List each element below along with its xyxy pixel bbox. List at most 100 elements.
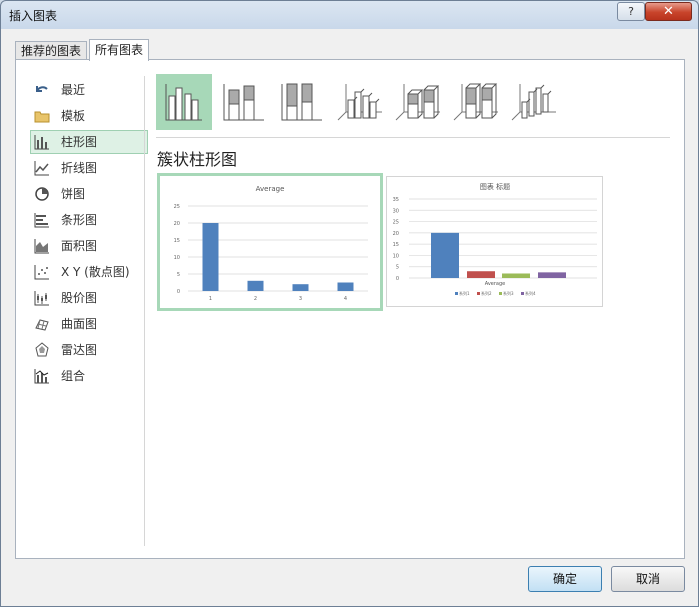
subtype-100-stacked-column[interactable] bbox=[274, 74, 330, 130]
sidebar-item-label: 组合 bbox=[61, 369, 86, 383]
legend-swatch bbox=[477, 292, 480, 295]
subtype-3d-column[interactable] bbox=[506, 74, 562, 130]
sidebar-item-label: 折线图 bbox=[61, 161, 98, 175]
sidebar-item-surface[interactable]: 曲面图 bbox=[30, 312, 148, 336]
column-chart-icon bbox=[34, 135, 49, 150]
bar bbox=[202, 223, 219, 291]
y-tick-label: 5 bbox=[396, 265, 399, 271]
sidebar-item-label: 股价图 bbox=[61, 291, 98, 305]
help-button[interactable]: ? bbox=[617, 2, 645, 21]
sidebar-item-radar[interactable]: 雷达图 bbox=[30, 338, 148, 362]
sidebar-item-label: X Y (散点图) bbox=[61, 265, 130, 279]
pie-chart-icon bbox=[35, 187, 49, 201]
sidebar-item-column[interactable]: 柱形图 bbox=[30, 130, 148, 154]
x-tick-label: Average bbox=[485, 281, 506, 287]
x-tick-label: 4 bbox=[344, 296, 347, 302]
surface-chart-icon bbox=[35, 319, 49, 331]
legend-label: 系列1 bbox=[459, 290, 470, 296]
area-chart-icon bbox=[34, 239, 49, 254]
bar bbox=[502, 273, 530, 278]
legend-swatch bbox=[521, 292, 524, 295]
y-tick-label: 15 bbox=[393, 242, 399, 248]
sidebar-item-label: 最近 bbox=[61, 83, 86, 97]
y-tick-label: 20 bbox=[174, 221, 180, 227]
legend-swatch bbox=[455, 292, 458, 295]
y-tick-label: 35 bbox=[393, 197, 399, 203]
clustered-column-icon bbox=[165, 84, 202, 121]
ok-button[interactable]: 确定 bbox=[528, 566, 602, 592]
tab-all-charts[interactable]: 所有图表 bbox=[89, 39, 150, 61]
folder-icon bbox=[34, 111, 50, 123]
sidebar-item-stock[interactable]: 股价图 bbox=[30, 286, 148, 310]
close-button[interactable]: ✕ bbox=[645, 2, 692, 21]
bar-chart-icon bbox=[34, 213, 49, 228]
sidebar-item-pie[interactable]: 饼图 bbox=[30, 182, 148, 206]
title-bar[interactable]: 插入图表 ? ✕ bbox=[1, 1, 698, 29]
undo-arrow-icon bbox=[36, 86, 48, 92]
3d-100-stacked-column-icon bbox=[453, 83, 498, 121]
sidebar-item-label: 条形图 bbox=[61, 213, 98, 227]
sidebar-item-scatter[interactable]: X Y (散点图) bbox=[30, 260, 148, 284]
subtype-3d-stacked-column[interactable] bbox=[390, 74, 446, 130]
chart-preview-2[interactable]: 图表 标题 0 5 10 15 20 25 30 35 Average 系列1 系列2 系列3 系列4 bbox=[386, 176, 603, 307]
sidebar-item-label: 柱形图 bbox=[61, 135, 98, 149]
tab-recommended-charts[interactable]: 推荐的图表 bbox=[15, 41, 88, 60]
bar bbox=[467, 271, 495, 278]
cancel-button[interactable]: 取消 bbox=[611, 566, 685, 592]
chart-title: Average bbox=[256, 185, 285, 193]
subtype-3d-100-stacked-column[interactable] bbox=[448, 74, 504, 130]
window-title: 插入图表 bbox=[9, 9, 58, 23]
sidebar-item-line[interactable]: 折线图 bbox=[30, 156, 148, 180]
stock-chart-icon bbox=[34, 291, 49, 306]
chart-preview-1-plot: Average 0 5 10 15 20 25 1 2 3 4 bbox=[174, 185, 368, 302]
combo-chart-icon bbox=[34, 369, 49, 384]
x-tick-label: 3 bbox=[299, 296, 302, 302]
y-tick-label: 25 bbox=[393, 220, 399, 226]
y-tick-label: 5 bbox=[177, 272, 180, 278]
subtype-clustered-column[interactable] bbox=[156, 74, 212, 130]
sidebar-item-label: 曲面图 bbox=[61, 317, 98, 331]
sidebar-item-templates[interactable]: 模板 bbox=[30, 104, 148, 128]
bar bbox=[247, 280, 264, 291]
chart-type-list: 最近 模板 柱形图 折线图 饼图 条形图 面积图 X Y (散点图) 股价图 曲… bbox=[30, 78, 148, 390]
y-tick-label: 0 bbox=[177, 289, 180, 295]
line-chart-icon bbox=[34, 161, 49, 176]
bar bbox=[292, 284, 309, 291]
sidebar-item-label: 饼图 bbox=[61, 187, 86, 201]
bar bbox=[431, 232, 459, 278]
100-stacked-column-icon bbox=[281, 83, 322, 121]
x-tick-label: 2 bbox=[254, 296, 257, 302]
sidebar-item-label: 雷达图 bbox=[61, 343, 98, 357]
sidebar-item-combo[interactable]: 组合 bbox=[30, 364, 148, 388]
subtype-title: 簇状柱形图 bbox=[157, 150, 238, 169]
3d-stacked-column-icon bbox=[395, 84, 440, 121]
3d-column-icon bbox=[511, 84, 556, 121]
sidebar-divider bbox=[144, 76, 145, 546]
x-tick-label: 1 bbox=[209, 296, 212, 302]
sidebar-item-label: 面积图 bbox=[61, 239, 98, 253]
sidebar-item-area[interactable]: 面积图 bbox=[30, 234, 148, 258]
bar bbox=[337, 282, 354, 291]
subtype-stacked-column[interactable] bbox=[216, 74, 272, 130]
sidebar-item-bar[interactable]: 条形图 bbox=[30, 208, 148, 232]
radar-chart-icon bbox=[35, 342, 49, 357]
chart-title: 图表 标题 bbox=[480, 182, 510, 191]
legend-label: 系列3 bbox=[503, 290, 514, 296]
y-tick-label: 20 bbox=[393, 231, 399, 237]
y-tick-label: 30 bbox=[393, 208, 399, 214]
y-tick-label: 15 bbox=[174, 238, 180, 244]
y-tick-label: 10 bbox=[174, 255, 180, 261]
stacked-column-icon bbox=[223, 84, 264, 121]
legend-label: 系列4 bbox=[525, 290, 536, 296]
scatter-chart-icon bbox=[34, 265, 49, 280]
sidebar-item-recent[interactable]: 最近 bbox=[30, 78, 148, 102]
chart-preview-1[interactable]: Average 0 5 10 15 20 25 1 2 3 4 bbox=[157, 173, 383, 311]
gallery-divider bbox=[156, 137, 670, 138]
y-tick-label: 0 bbox=[396, 276, 399, 282]
y-tick-label: 25 bbox=[174, 204, 180, 210]
subtype-3d-clustered-column[interactable] bbox=[332, 74, 388, 130]
chart-preview-2-plot: 图表 标题 0 5 10 15 20 25 30 35 Average 系列1 系列2 系列3 系列4 bbox=[393, 182, 597, 296]
3d-clustered-column-icon bbox=[337, 84, 382, 121]
bar bbox=[538, 272, 566, 278]
sidebar-item-label: 模板 bbox=[61, 109, 86, 123]
